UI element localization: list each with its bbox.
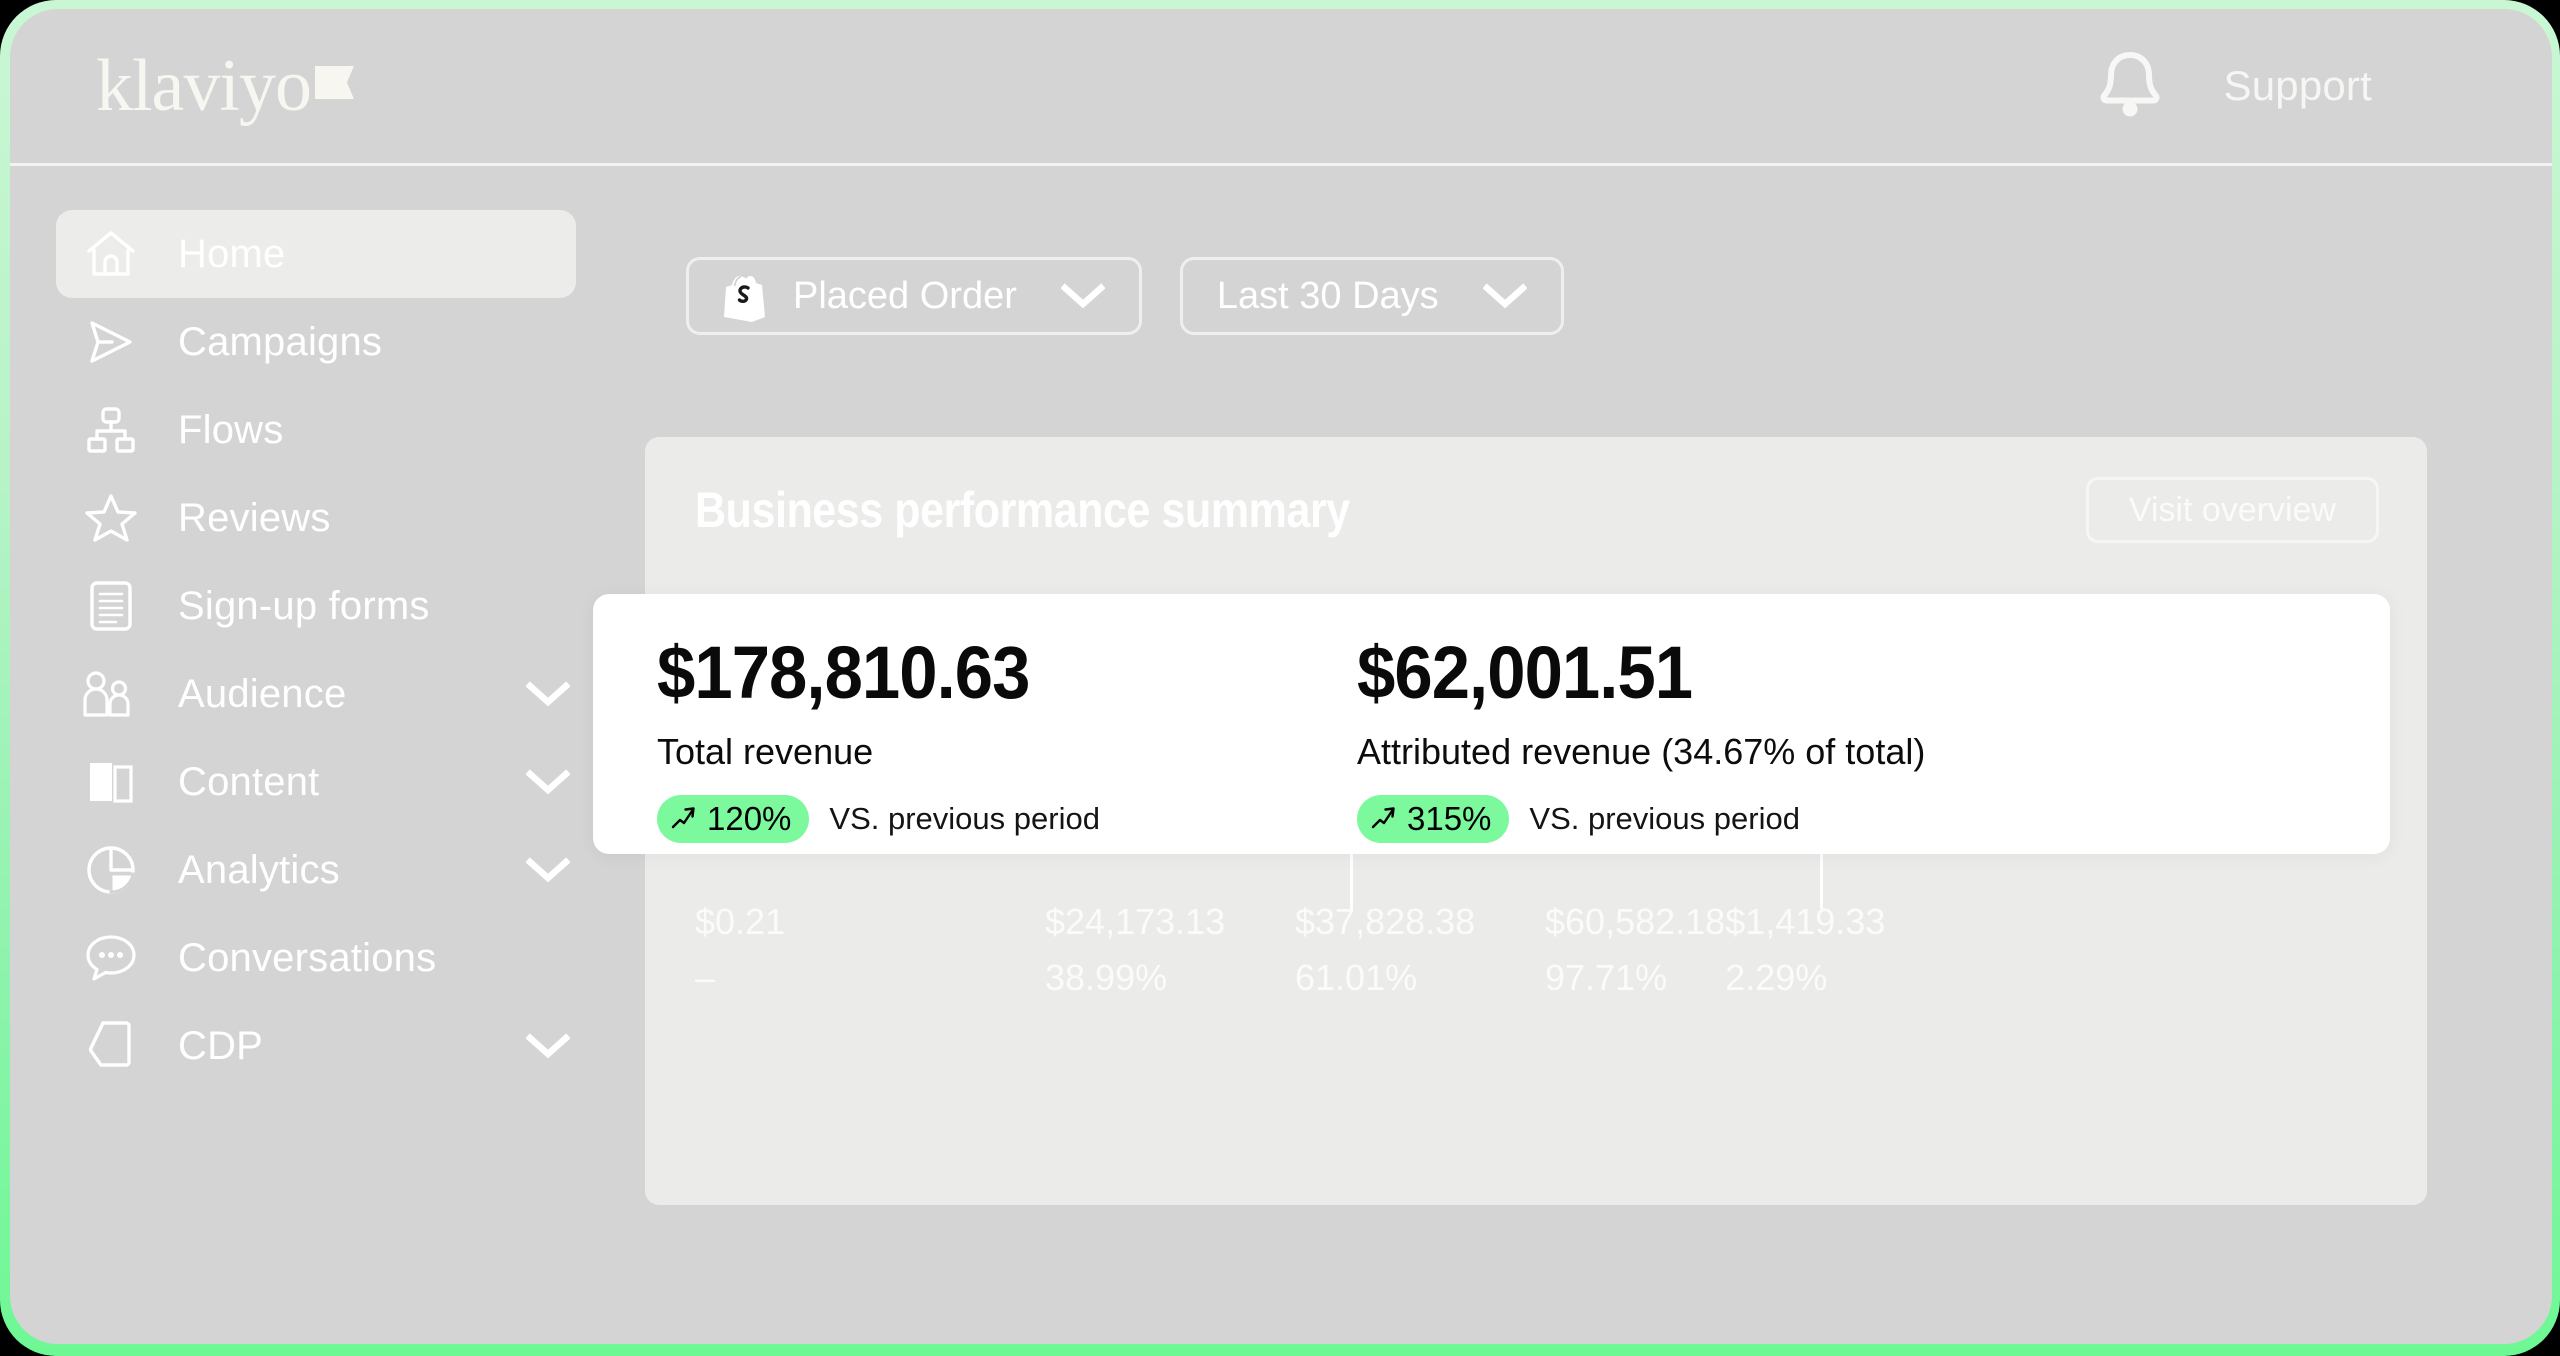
metric-value: $178,810.63 bbox=[657, 631, 1030, 714]
breakdown-column-value: $37,828.38 bbox=[1295, 901, 1476, 942]
sidebar-item-label: Content bbox=[178, 759, 320, 804]
breakdown-column-percent: – bbox=[695, 957, 716, 998]
chevron-down-icon bbox=[1060, 283, 1105, 309]
breakdown-column-percent: 38.99% bbox=[1045, 957, 1168, 998]
sidebar-item-label: Home bbox=[178, 231, 286, 276]
app-window: klaviyo Support Home Campaigns Flows Rev… bbox=[10, 9, 2552, 1344]
breakdown-column-value: $0.21 bbox=[695, 901, 786, 942]
metric-label: Total revenue bbox=[657, 731, 874, 772]
chat-bubble-icon bbox=[80, 932, 142, 984]
sidebar-item-label: Campaigns bbox=[178, 319, 383, 364]
breakdown-column-value: $1,419.33 bbox=[1725, 901, 1886, 942]
status-badge: 120% bbox=[657, 795, 810, 843]
sidebar-item-home[interactable]: Home bbox=[56, 210, 576, 298]
sidebar-item-label: CDP bbox=[178, 1023, 264, 1068]
breakdown-column-percent: 61.01% bbox=[1295, 957, 1418, 998]
org-chart-icon bbox=[80, 404, 142, 456]
panels-icon bbox=[80, 756, 142, 808]
sidebar-item-campaigns[interactable]: Campaigns bbox=[56, 298, 576, 386]
comparison-label: VS. previous period bbox=[1529, 801, 1800, 836]
sidebar-item-content[interactable]: Content bbox=[56, 738, 576, 826]
sidebar-item-flows[interactable]: Flows bbox=[56, 386, 576, 474]
status-badge: 315% bbox=[1357, 795, 1510, 843]
metric-filter-dropdown[interactable]: Placed Order bbox=[686, 257, 1142, 335]
sidebar-item-cdp[interactable]: CDP bbox=[56, 1002, 576, 1090]
visit-overview-button[interactable]: Visit overview bbox=[2085, 477, 2379, 543]
badge-percent: 315% bbox=[1407, 799, 1492, 837]
metric-comparison: 120% VS. previous period bbox=[657, 795, 1317, 843]
sidebar-nav: Home Campaigns Flows Reviews Sign-up for… bbox=[10, 166, 630, 1344]
metric-comparison: 315% VS. previous period bbox=[1357, 795, 1925, 843]
sidebar-item-signup-forms[interactable]: Sign-up forms bbox=[56, 562, 576, 650]
people-icon bbox=[80, 668, 142, 720]
page-title: Business performance summary bbox=[695, 482, 1350, 538]
top-bar: klaviyo Support bbox=[10, 9, 2552, 166]
shopify-bag-icon bbox=[723, 270, 769, 322]
chevron-down-icon[interactable] bbox=[526, 857, 570, 883]
support-link[interactable]: Support bbox=[2223, 62, 2372, 110]
badge-percent: 120% bbox=[707, 799, 792, 837]
panel-header: Business performance summary Visit overv… bbox=[695, 477, 2379, 543]
sidebar-item-label: Audience bbox=[178, 671, 347, 716]
date-range-label: Last 30 Days bbox=[1216, 274, 1439, 317]
trend-up-icon bbox=[671, 800, 697, 838]
chevron-down-icon[interactable] bbox=[526, 681, 570, 707]
sidebar-item-conversations[interactable]: Conversations bbox=[56, 914, 576, 1002]
sidebar-item-reviews[interactable]: Reviews bbox=[56, 474, 576, 562]
metric-value: $62,001.51 bbox=[1357, 631, 1693, 714]
sidebar-item-label: Conversations bbox=[178, 935, 437, 980]
sidebar-item-label: Sign-up forms bbox=[178, 583, 430, 628]
sidebar-item-label: Flows bbox=[178, 407, 284, 452]
breakdown-column-percent: 97.71% bbox=[1545, 957, 1668, 998]
klaviyo-logo[interactable]: klaviyo bbox=[96, 44, 354, 127]
sidebar-item-label: Reviews bbox=[178, 495, 331, 540]
metric-attributed-revenue: $62,001.51 Attributed revenue (34.67% of… bbox=[1357, 594, 1925, 854]
logo-flag-icon bbox=[314, 65, 354, 99]
comparison-label: VS. previous period bbox=[829, 801, 1100, 836]
trend-up-icon bbox=[1371, 800, 1397, 838]
top-bar-actions: Support bbox=[2099, 50, 2372, 123]
breakdown-column-percent: 2.29% bbox=[1725, 957, 1828, 998]
metric-filter-label: Placed Order bbox=[793, 274, 1017, 317]
sidebar-item-audience[interactable]: Audience bbox=[56, 650, 576, 738]
metric-total-revenue: $178,810.63 Total revenue 120% VS. previ… bbox=[657, 594, 1317, 854]
house-icon bbox=[80, 229, 142, 279]
star-icon bbox=[80, 492, 142, 544]
sidebar-item-label: Analytics bbox=[178, 847, 340, 892]
notifications-button[interactable] bbox=[2099, 50, 2161, 123]
logo-wordmark: klaviyo bbox=[96, 44, 312, 127]
document-icon bbox=[80, 579, 142, 633]
paper-plane-icon bbox=[80, 315, 142, 369]
breakdown-column-value: $24,173.13 bbox=[1045, 901, 1226, 942]
chevron-down-icon[interactable] bbox=[526, 769, 570, 795]
filter-bar: Placed Order Last 30 Days bbox=[686, 257, 1564, 335]
revenue-summary-card: $178,810.63 Total revenue 120% VS. previ… bbox=[593, 594, 2390, 854]
app-frame: klaviyo Support Home Campaigns Flows Rev… bbox=[0, 0, 2560, 1356]
breakdown-column-value: $60,582.18 bbox=[1545, 901, 1726, 942]
sidebar-item-analytics[interactable]: Analytics bbox=[56, 826, 576, 914]
chevron-down-icon[interactable] bbox=[526, 1033, 570, 1059]
chevron-down-icon bbox=[1482, 283, 1527, 309]
database-icon bbox=[80, 1019, 142, 1073]
date-range-dropdown[interactable]: Last 30 Days bbox=[1179, 257, 1564, 335]
pie-chart-icon bbox=[80, 843, 142, 897]
metric-label: Attributed revenue (34.67% of total) bbox=[1357, 731, 1926, 772]
bell-icon bbox=[2099, 50, 2161, 123]
